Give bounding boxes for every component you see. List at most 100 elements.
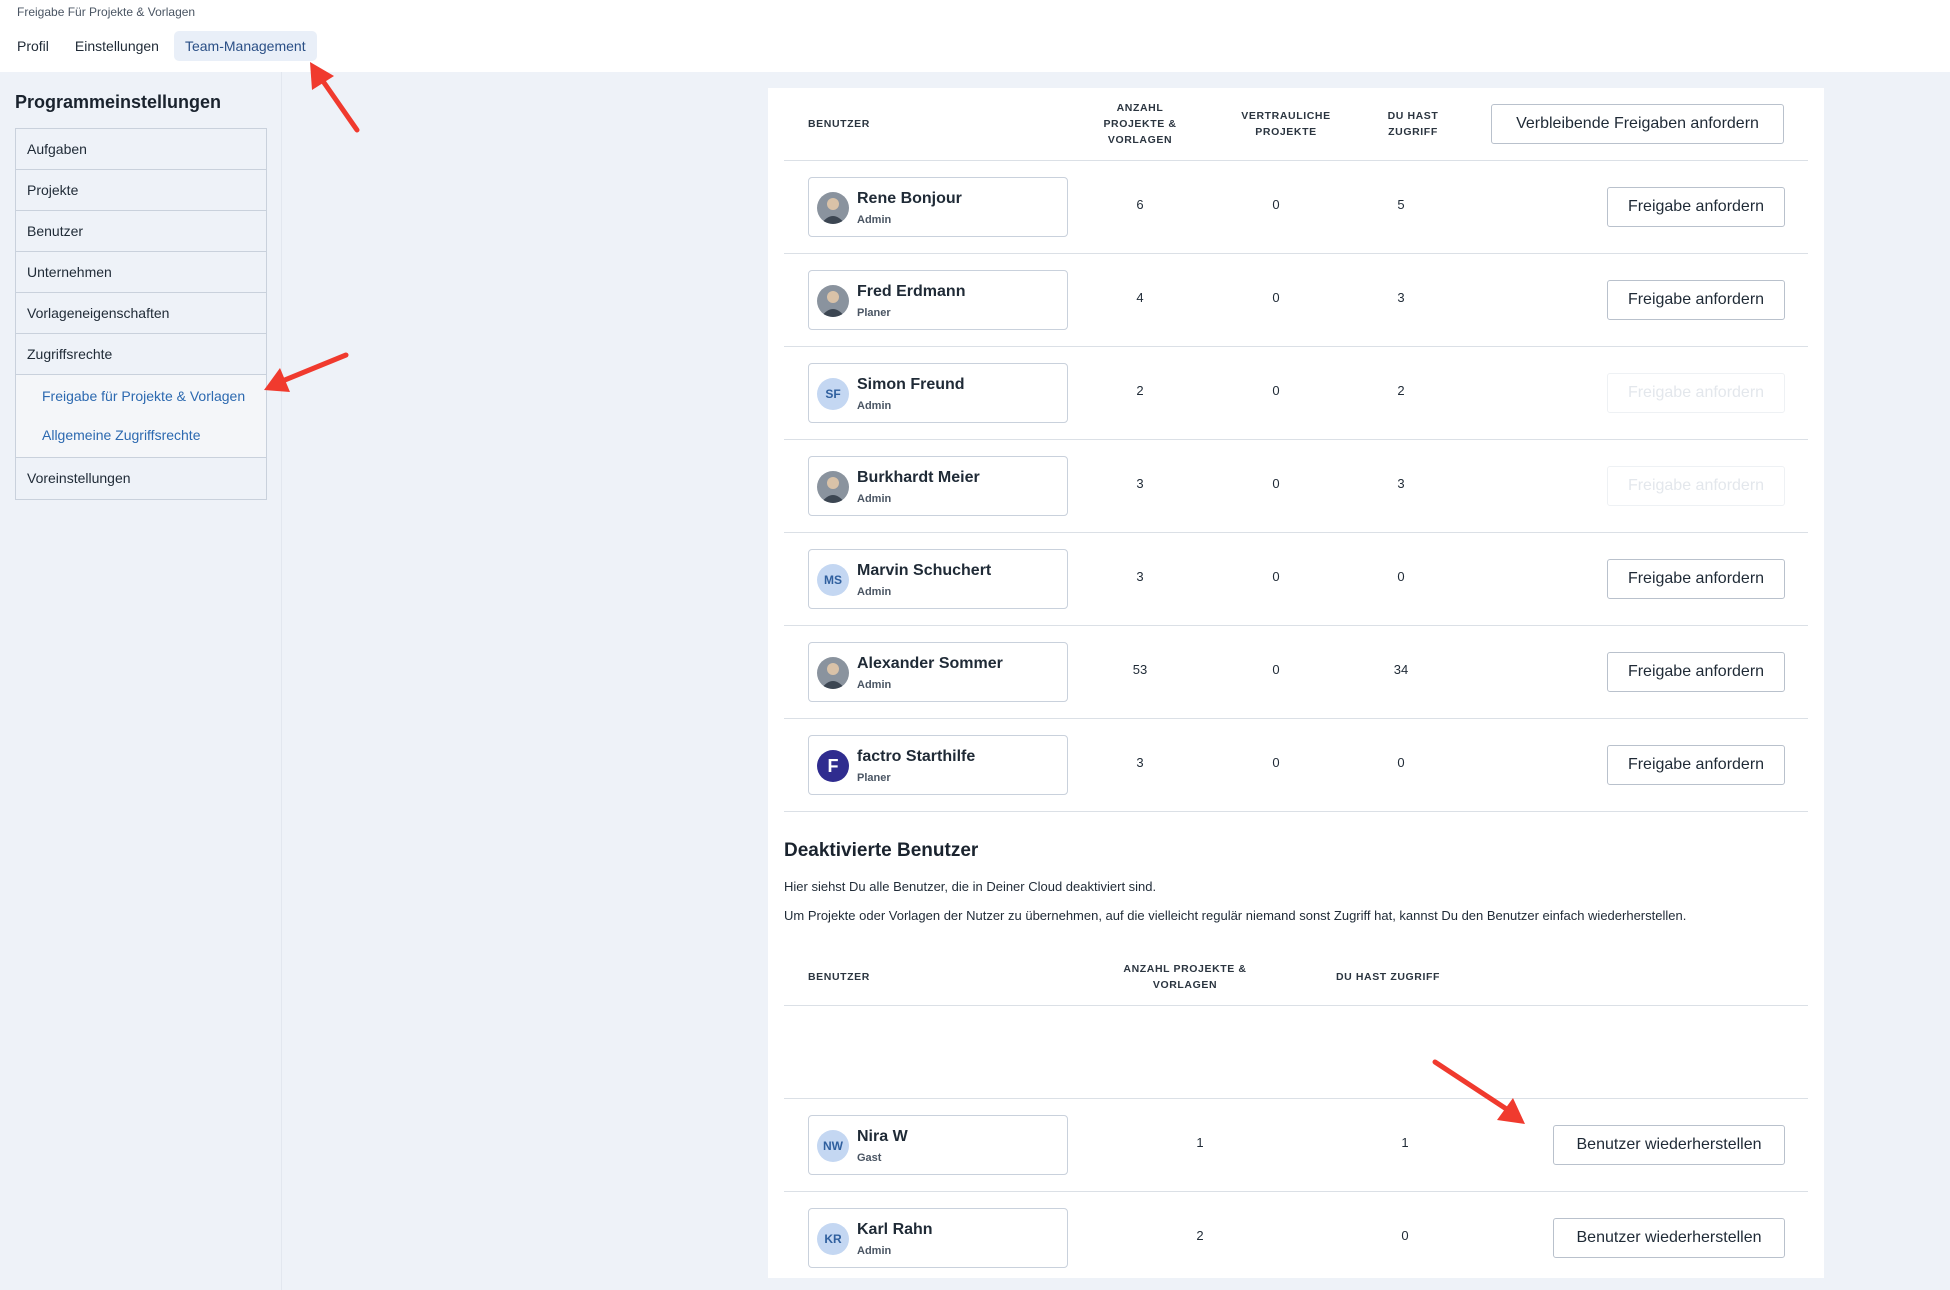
col-header-user: BENUTZER	[808, 118, 870, 130]
user-name: Karl Rahn	[857, 1221, 933, 1238]
sidebar-item-voreinstellungen[interactable]: Voreinstellungen	[16, 458, 266, 499]
top-tabs: Profil Einstellungen Team-Management	[6, 31, 317, 61]
user-card[interactable]: Burkhardt Meier Admin	[808, 456, 1068, 516]
project-count: 3	[1136, 476, 1144, 491]
table-row: SF Simon Freund Admin 2 0 2 Freigabe anf…	[784, 346, 1808, 439]
table-bottom-divider	[784, 811, 1808, 812]
project-count: 3	[1136, 755, 1144, 770]
table-row: MS Marvin Schuchert Admin 3 0 0 Freigabe…	[784, 532, 1808, 625]
user-card[interactable]: SF Simon Freund Admin	[808, 363, 1068, 423]
user-card[interactable]: F factro Starthilfe Planer	[808, 735, 1068, 795]
user-photo-icon	[821, 198, 845, 224]
avatar-initials: NW	[823, 1139, 843, 1153]
request-share-button[interactable]: Freigabe anfordern	[1607, 280, 1785, 320]
request-share-button[interactable]: Freigabe anfordern	[1607, 652, 1785, 692]
avatar-initials: MS	[824, 573, 842, 587]
deact-header-divider	[784, 1005, 1808, 1006]
sidebar-item-projekte[interactable]: Projekte	[16, 170, 266, 211]
table-row: Rene Bonjour Admin 6 0 5 Freigabe anford…	[784, 160, 1808, 253]
table-row: Fred Erdmann Planer 4 0 3 Freigabe anfor…	[784, 253, 1808, 346]
tab-team-management[interactable]: Team-Management	[173, 31, 317, 61]
user-photo-icon	[821, 291, 845, 317]
avatar	[817, 657, 849, 689]
confidential-count: 0	[1272, 662, 1280, 677]
request-share-button[interactable]: Freigabe anfordern	[1607, 466, 1785, 506]
sidebar-item-aufgaben[interactable]: Aufgaben	[16, 129, 266, 170]
user-card[interactable]: Fred Erdmann Planer	[808, 270, 1068, 330]
sidebar-subitem-allgemeine-zugriffsrechte[interactable]: Allgemeine Zugriffsrechte	[16, 416, 266, 455]
deactivated-row: NW Nira W Gast 1 1 Benutzer wiederherste…	[784, 1098, 1808, 1191]
annotation-arrow-tab	[310, 62, 360, 133]
tab-profil[interactable]: Profil	[6, 31, 60, 61]
project-count: 1	[1196, 1135, 1204, 1150]
table-row: F factro Starthilfe Planer 3 0 0 Freigab…	[784, 718, 1808, 811]
access-count: 34	[1393, 662, 1409, 677]
request-share-button[interactable]: Freigabe anfordern	[1607, 559, 1785, 599]
project-count: 53	[1132, 662, 1148, 677]
user-name: Burkhardt Meier	[857, 469, 980, 486]
deact-col-header-access: DU HAST ZUGRIFF	[1335, 971, 1441, 983]
user-name: Rene Bonjour	[857, 190, 962, 207]
confidential-count: 0	[1272, 383, 1280, 398]
col-header-count: ANZAHL PROJEKTE & VORLAGEN	[1103, 102, 1177, 146]
user-card[interactable]: Rene Bonjour Admin	[808, 177, 1068, 237]
user-card[interactable]: KR Karl Rahn Admin	[808, 1208, 1068, 1268]
table-row: Burkhardt Meier Admin 3 0 3 Freigabe anf…	[784, 439, 1808, 532]
avatar: SF	[817, 378, 849, 410]
avatar: KR	[817, 1223, 849, 1255]
user-role: Admin	[857, 1245, 892, 1257]
sidebar-item-zugriffsrechte[interactable]: Zugriffsrechte	[16, 334, 266, 375]
deactivated-desc-1: Hier siehst Du alle Benutzer, die in Dei…	[784, 879, 1157, 894]
user-role: Admin	[857, 214, 892, 226]
sidebar-item-benutzer[interactable]: Benutzer	[16, 211, 266, 252]
access-count: 5	[1397, 197, 1405, 212]
user-role: Planer	[857, 772, 891, 784]
sidebar-menu: Aufgaben Projekte Benutzer Unternehmen V…	[15, 128, 267, 500]
deactivated-row: KR Karl Rahn Admin 2 0 Benutzer wiederhe…	[784, 1191, 1808, 1284]
request-share-button[interactable]: Freigabe anfordern	[1607, 745, 1785, 785]
request-remaining-button[interactable]: Verbleibende Freigaben anfordern	[1491, 104, 1784, 144]
project-count: 2	[1196, 1228, 1204, 1243]
access-count: 3	[1397, 290, 1405, 305]
confidential-count: 0	[1272, 197, 1280, 212]
user-role: Gast	[857, 1152, 882, 1164]
user-role: Admin	[857, 586, 892, 598]
sidebar-subitem-freigabe[interactable]: Freigabe für Projekte & Vorlagen	[16, 377, 266, 416]
request-share-button[interactable]: Freigabe anfordern	[1607, 373, 1785, 413]
user-card[interactable]: NW Nira W Gast	[808, 1115, 1068, 1175]
user-role: Admin	[857, 679, 892, 691]
project-count: 2	[1136, 383, 1144, 398]
confidential-count: 0	[1272, 290, 1280, 305]
avatar: NW	[817, 1130, 849, 1162]
sidebar-title: Programmeinstellungen	[15, 92, 222, 112]
sidebar-submenu-zugriffsrechte: Freigabe für Projekte & Vorlagen Allgeme…	[16, 375, 266, 458]
request-share-button[interactable]: Freigabe anfordern	[1607, 187, 1785, 227]
restore-user-button[interactable]: Benutzer wiederherstellen	[1553, 1125, 1785, 1165]
access-count: 3	[1397, 476, 1405, 491]
user-photo-icon	[821, 477, 845, 503]
user-role: Planer	[857, 307, 891, 319]
user-card[interactable]: MS Marvin Schuchert Admin	[808, 549, 1068, 609]
top-header: Freigabe Für Projekte & Vorlagen Profil …	[0, 0, 1950, 72]
avatar	[817, 192, 849, 224]
access-count: 0	[1397, 569, 1405, 584]
avatar	[817, 471, 849, 503]
user-card[interactable]: Alexander Sommer Admin	[808, 642, 1068, 702]
access-count: 2	[1397, 383, 1405, 398]
restore-user-button[interactable]: Benutzer wiederherstellen	[1553, 1218, 1785, 1258]
confidential-count: 0	[1272, 569, 1280, 584]
factro-logo-icon: F	[827, 755, 839, 776]
sidebar-item-unternehmen[interactable]: Unternehmen	[16, 252, 266, 293]
confidential-count: 0	[1272, 476, 1280, 491]
tab-einstellungen[interactable]: Einstellungen	[64, 31, 170, 61]
avatar: MS	[817, 564, 849, 596]
deact-col-header-count: ANZAHL PROJEKTE & VORLAGEN	[1123, 963, 1247, 991]
access-count: 0	[1397, 755, 1405, 770]
main-card: BENUTZER ANZAHL PROJEKTE & VORLAGEN VERT…	[768, 88, 1824, 1278]
sidebar-item-vorlageneigenschaften[interactable]: Vorlageneigenschaften	[16, 293, 266, 334]
deact-col-header-user: BENUTZER	[808, 971, 870, 983]
col-header-confidential: VERTRAULICHE PROJEKTE	[1241, 110, 1331, 138]
user-photo-icon	[821, 663, 845, 689]
user-role: Admin	[857, 493, 892, 505]
avatar-initials: KR	[824, 1232, 842, 1246]
